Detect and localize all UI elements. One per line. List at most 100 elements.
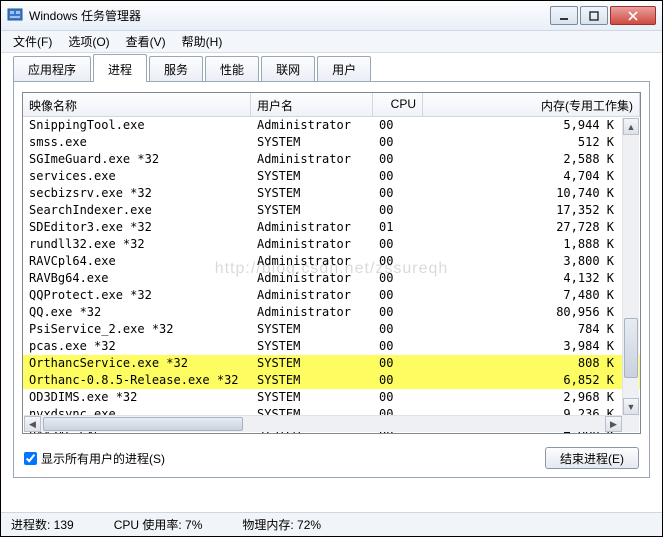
window-controls xyxy=(548,6,656,25)
cell-name: OrthancService.exe *32 xyxy=(23,355,251,372)
cell-name: RAVCpl64.exe xyxy=(23,253,251,270)
cell-cpu: 00 xyxy=(373,304,423,321)
scroll-left-icon[interactable]: ◀ xyxy=(24,416,41,432)
cell-mem: 80,956 K xyxy=(423,304,640,321)
cell-mem: 7,480 K xyxy=(423,287,640,304)
cell-user: SYSTEM xyxy=(251,389,373,406)
tab-services[interactable]: 服务 xyxy=(149,56,203,82)
scroll-up-icon[interactable]: ▲ xyxy=(623,118,639,135)
table-row[interactable]: OrthancService.exe *32SYSTEM00808 K xyxy=(23,355,640,372)
cell-cpu: 00 xyxy=(373,151,423,168)
cell-cpu: 00 xyxy=(373,287,423,304)
table-row[interactable]: smss.exeSYSTEM00512 K xyxy=(23,134,640,151)
window-title: Windows 任务管理器 xyxy=(29,7,548,24)
table-row[interactable]: QQProtect.exe *32Administrator007,480 K xyxy=(23,287,640,304)
cell-mem: 4,132 K xyxy=(423,270,640,287)
vertical-scrollbar[interactable]: ▲ ▼ xyxy=(622,118,639,415)
show-all-label: 显示所有用户的进程(S) xyxy=(41,450,165,467)
column-headers: 映像名称 用户名 CPU 内存(专用工作集) xyxy=(23,93,640,117)
cell-cpu: 00 xyxy=(373,185,423,202)
cell-cpu: 00 xyxy=(373,134,423,151)
cell-user: SYSTEM xyxy=(251,355,373,372)
cell-cpu: 00 xyxy=(373,338,423,355)
cell-mem: 17,352 K xyxy=(423,202,640,219)
table-row[interactable]: RAVCpl64.exeAdministrator003,800 K xyxy=(23,253,640,270)
col-memory[interactable]: 内存(专用工作集) xyxy=(423,93,640,116)
tab-users[interactable]: 用户 xyxy=(317,56,371,82)
table-row[interactable]: PsiService_2.exe *32SYSTEM00784 K xyxy=(23,321,640,338)
table-row[interactable]: services.exeSYSTEM004,704 K xyxy=(23,168,640,185)
horizontal-scrollbar[interactable]: ◀ ▶ xyxy=(24,415,622,432)
cell-user: SYSTEM xyxy=(251,202,373,219)
table-row[interactable]: SDEditor3.exe *32Administrator0127,728 K xyxy=(23,219,640,236)
cell-cpu: 00 xyxy=(373,117,423,134)
cell-cpu: 00 xyxy=(373,168,423,185)
cell-user: SYSTEM xyxy=(251,185,373,202)
cell-cpu: 00 xyxy=(373,253,423,270)
process-rows[interactable]: SnippingTool.exeAdministrator005,944 Ksm… xyxy=(23,117,640,433)
cell-name: SDEditor3.exe *32 xyxy=(23,219,251,236)
tab-applications[interactable]: 应用程序 xyxy=(13,56,91,82)
cell-mem: 512 K xyxy=(423,134,640,151)
close-button[interactable] xyxy=(610,6,656,25)
cell-user: Administrator xyxy=(251,219,373,236)
cell-cpu: 00 xyxy=(373,321,423,338)
tab-networking[interactable]: 联网 xyxy=(261,56,315,82)
scroll-thumb-v[interactable] xyxy=(624,318,638,378)
cell-name: rundll32.exe *32 xyxy=(23,236,251,253)
menu-file[interactable]: 文件(F) xyxy=(5,31,60,52)
cell-cpu: 01 xyxy=(373,219,423,236)
cell-name: secbizsrv.exe *32 xyxy=(23,185,251,202)
cell-user: Administrator xyxy=(251,287,373,304)
cell-user: Administrator xyxy=(251,253,373,270)
cell-name: SGImeGuard.exe *32 xyxy=(23,151,251,168)
col-cpu[interactable]: CPU xyxy=(373,93,423,116)
tab-performance[interactable]: 性能 xyxy=(205,56,259,82)
scroll-thumb-h[interactable] xyxy=(43,417,243,431)
cell-name: QQ.exe *32 xyxy=(23,304,251,321)
maximize-button[interactable] xyxy=(580,6,608,25)
table-row[interactable]: SnippingTool.exeAdministrator005,944 K xyxy=(23,117,640,134)
cell-mem: 808 K xyxy=(423,355,640,372)
table-row[interactable]: SearchIndexer.exeSYSTEM0017,352 K xyxy=(23,202,640,219)
show-all-checkbox[interactable] xyxy=(24,452,37,465)
cell-user: SYSTEM xyxy=(251,168,373,185)
scroll-down-icon[interactable]: ▼ xyxy=(623,398,639,415)
table-row[interactable]: OD3DIMS.exe *32SYSTEM002,968 K xyxy=(23,389,640,406)
table-row[interactable]: RAVBg64.exeAdministrator004,132 K xyxy=(23,270,640,287)
show-all-users[interactable]: 显示所有用户的进程(S) xyxy=(24,450,165,467)
table-row[interactable]: QQ.exe *32Administrator0080,956 K xyxy=(23,304,640,321)
cell-name: PsiService_2.exe *32 xyxy=(23,321,251,338)
cell-cpu: 00 xyxy=(373,389,423,406)
tab-processes[interactable]: 进程 xyxy=(93,54,147,82)
cell-cpu: 00 xyxy=(373,372,423,389)
table-row[interactable]: pcas.exe *32SYSTEM003,984 K xyxy=(23,338,640,355)
table-row[interactable]: secbizsrv.exe *32SYSTEM0010,740 K xyxy=(23,185,640,202)
cell-name: smss.exe xyxy=(23,134,251,151)
cell-mem: 2,588 K xyxy=(423,151,640,168)
menubar: 文件(F) 选项(O) 查看(V) 帮助(H) xyxy=(1,31,662,53)
cell-user: Administrator xyxy=(251,236,373,253)
end-process-button[interactable]: 结束进程(E) xyxy=(545,447,639,469)
table-row[interactable]: Orthanc-0.8.5-Release.exe *32SYSTEM006,8… xyxy=(23,372,640,389)
app-icon xyxy=(7,8,23,24)
cell-name: OD3DIMS.exe *32 xyxy=(23,389,251,406)
status-cpu-usage: CPU 使用率: 7% xyxy=(114,516,203,533)
table-row[interactable]: rundll32.exe *32Administrator001,888 K xyxy=(23,236,640,253)
status-process-count: 进程数: 139 xyxy=(11,516,74,533)
cell-mem: 4,704 K xyxy=(423,168,640,185)
cell-name: QQProtect.exe *32 xyxy=(23,287,251,304)
menu-view[interactable]: 查看(V) xyxy=(118,31,174,52)
tabstrip: 应用程序 进程 服务 性能 联网 用户 xyxy=(1,53,662,81)
col-user-name[interactable]: 用户名 xyxy=(251,93,373,116)
table-row[interactable]: SGImeGuard.exe *32Administrator002,588 K xyxy=(23,151,640,168)
scroll-right-icon[interactable]: ▶ xyxy=(605,416,622,432)
cell-name: RAVBg64.exe xyxy=(23,270,251,287)
col-image-name[interactable]: 映像名称 xyxy=(23,93,251,116)
cell-mem: 3,984 K xyxy=(423,338,640,355)
minimize-button[interactable] xyxy=(550,6,578,25)
cell-name: services.exe xyxy=(23,168,251,185)
cell-user: SYSTEM xyxy=(251,372,373,389)
menu-options[interactable]: 选项(O) xyxy=(60,31,117,52)
menu-help[interactable]: 帮助(H) xyxy=(174,31,231,52)
